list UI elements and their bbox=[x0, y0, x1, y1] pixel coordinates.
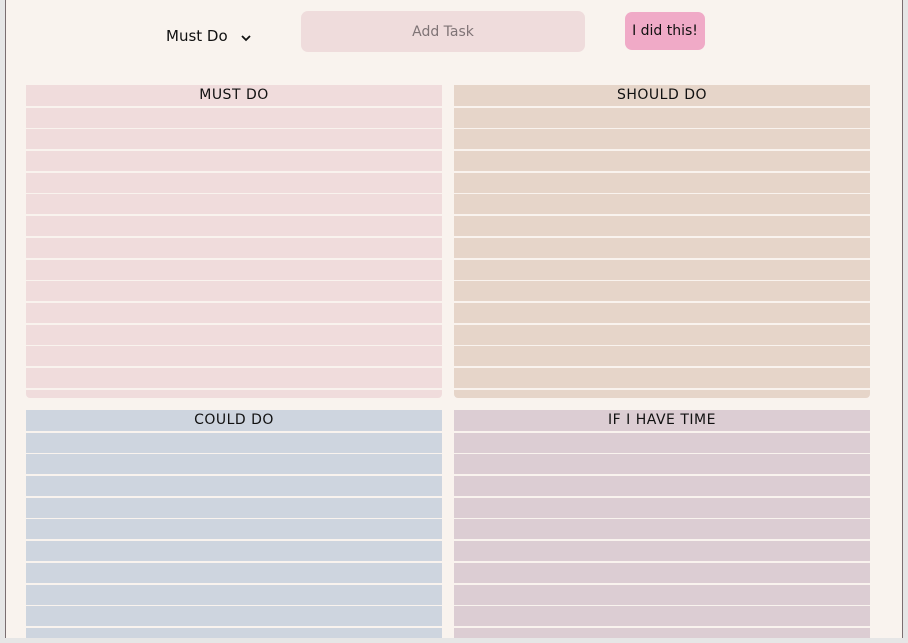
task-row[interactable] bbox=[26, 346, 442, 367]
task-row[interactable] bbox=[26, 584, 442, 605]
task-row[interactable] bbox=[26, 432, 442, 453]
should-do-quadrant: SHOULD DO bbox=[454, 85, 870, 398]
task-row[interactable] bbox=[26, 562, 442, 583]
task-row[interactable] bbox=[454, 519, 870, 540]
if-i-have-time-quadrant: IF I HAVE TIME bbox=[454, 410, 870, 638]
add-task-input[interactable] bbox=[301, 11, 585, 52]
task-row[interactable] bbox=[26, 606, 442, 627]
category-select[interactable]: Must Do bbox=[166, 22, 266, 50]
task-row[interactable] bbox=[454, 367, 870, 388]
toolbar: Must Do I did this! bbox=[6, 0, 902, 70]
task-row[interactable] bbox=[454, 281, 870, 302]
task-row[interactable] bbox=[26, 367, 442, 388]
task-row[interactable] bbox=[26, 627, 442, 638]
task-row[interactable] bbox=[454, 172, 870, 193]
must-do-title: MUST DO bbox=[26, 85, 442, 106]
task-row[interactable] bbox=[454, 259, 870, 280]
task-row[interactable] bbox=[26, 476, 442, 497]
task-row[interactable] bbox=[26, 259, 442, 280]
could-do-quadrant: COULD DO bbox=[26, 410, 442, 638]
task-row[interactable] bbox=[26, 172, 442, 193]
category-select-value: Must Do bbox=[166, 27, 228, 45]
task-row[interactable] bbox=[26, 129, 442, 150]
task-row[interactable] bbox=[26, 541, 442, 562]
must-do-quadrant: MUST DO bbox=[26, 85, 442, 398]
task-row[interactable] bbox=[454, 151, 870, 172]
could-do-title: COULD DO bbox=[26, 410, 442, 431]
task-row[interactable] bbox=[454, 497, 870, 518]
task-row[interactable] bbox=[26, 237, 442, 258]
task-row[interactable] bbox=[26, 497, 442, 518]
task-row[interactable] bbox=[454, 432, 870, 453]
task-row[interactable] bbox=[454, 389, 870, 398]
task-row[interactable] bbox=[26, 519, 442, 540]
task-row[interactable] bbox=[454, 302, 870, 323]
task-row[interactable] bbox=[26, 389, 442, 398]
task-row[interactable] bbox=[26, 454, 442, 475]
task-row[interactable] bbox=[26, 107, 442, 128]
task-row[interactable] bbox=[26, 151, 442, 172]
task-row[interactable] bbox=[454, 562, 870, 583]
window-bottom-edge bbox=[0, 638, 908, 643]
task-row[interactable] bbox=[26, 324, 442, 345]
task-row[interactable] bbox=[26, 281, 442, 302]
task-row[interactable] bbox=[454, 541, 870, 562]
i-did-this-button[interactable]: I did this! bbox=[625, 12, 705, 50]
task-row[interactable] bbox=[454, 346, 870, 367]
task-row[interactable] bbox=[454, 237, 870, 258]
task-row[interactable] bbox=[454, 584, 870, 605]
task-row[interactable] bbox=[26, 302, 442, 323]
task-row[interactable] bbox=[454, 216, 870, 237]
task-row[interactable] bbox=[454, 129, 870, 150]
task-row[interactable] bbox=[26, 194, 442, 215]
should-do-title: SHOULD DO bbox=[454, 85, 870, 106]
task-row[interactable] bbox=[454, 194, 870, 215]
app-page: Must Do I did this! MUST DO SHOULD DO CO… bbox=[5, 0, 903, 638]
if-i-have-time-title: IF I HAVE TIME bbox=[454, 410, 870, 431]
task-row[interactable] bbox=[454, 606, 870, 627]
task-row[interactable] bbox=[454, 476, 870, 497]
task-row[interactable] bbox=[454, 627, 870, 638]
chevron-down-icon bbox=[240, 30, 252, 42]
task-row[interactable] bbox=[454, 107, 870, 128]
task-row[interactable] bbox=[26, 216, 442, 237]
task-row[interactable] bbox=[454, 324, 870, 345]
task-row[interactable] bbox=[454, 454, 870, 475]
